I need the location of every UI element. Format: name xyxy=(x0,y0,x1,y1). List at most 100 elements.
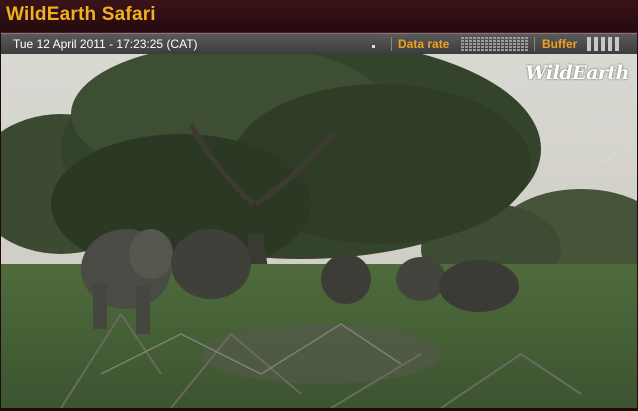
video-frame[interactable]: WildEarth xyxy=(1,54,637,408)
data-rate-cell xyxy=(489,43,492,45)
buffer-meter xyxy=(587,37,619,51)
buffer-segment xyxy=(608,37,612,51)
separator xyxy=(534,37,535,51)
data-rate-cell xyxy=(501,49,504,51)
data-rate-cell xyxy=(501,46,504,48)
data-rate-cell xyxy=(477,37,480,39)
data-rate-cell xyxy=(505,37,508,39)
data-rate-cell xyxy=(469,49,472,51)
data-rate-cell xyxy=(513,49,516,51)
data-rate-cell xyxy=(485,37,488,39)
data-rate-cell xyxy=(493,43,496,45)
data-rate-cell xyxy=(521,43,524,45)
safari-scene-image xyxy=(1,54,637,408)
data-rate-cell xyxy=(489,40,492,42)
data-rate-cell xyxy=(513,37,516,39)
wildearth-watermark-logo: WildEarth xyxy=(525,62,629,84)
page-title: WildEarth Safari xyxy=(6,4,156,25)
data-rate-cell xyxy=(521,46,524,48)
data-rate-cell xyxy=(513,43,516,45)
data-rate-cell xyxy=(473,46,476,48)
timestamp: Tue 12 April 2011 - 17:23:25 (CAT) xyxy=(13,37,198,51)
buffer-segment xyxy=(594,37,598,51)
data-rate-cell xyxy=(497,37,500,39)
data-rate-cell xyxy=(517,40,520,42)
data-rate-cell xyxy=(469,37,472,39)
data-rate-cell xyxy=(509,37,512,39)
data-rate-cell xyxy=(497,40,500,42)
data-rate-cell xyxy=(469,43,472,45)
data-rate-cell xyxy=(465,49,468,51)
data-rate-cell xyxy=(485,43,488,45)
data-rate-cell xyxy=(517,43,520,45)
data-rate-cell xyxy=(473,49,476,51)
data-rate-cell xyxy=(525,49,528,51)
data-rate-cell xyxy=(493,40,496,42)
data-rate-label: Data rate xyxy=(398,37,450,51)
data-rate-cell xyxy=(505,49,508,51)
data-rate-cell xyxy=(505,43,508,45)
data-rate-cell xyxy=(477,49,480,51)
data-rate-cell xyxy=(497,43,500,45)
data-rate-cell xyxy=(473,37,476,39)
data-rate-cell xyxy=(501,43,504,45)
data-rate-cell xyxy=(525,40,528,42)
data-rate-cell xyxy=(509,46,512,48)
data-rate-cell xyxy=(477,40,480,42)
data-rate-cell xyxy=(497,46,500,48)
data-rate-cell xyxy=(509,40,512,42)
data-rate-cell xyxy=(509,43,512,45)
data-rate-cell xyxy=(485,49,488,51)
buffer-label: Buffer xyxy=(542,37,578,51)
data-rate-cell xyxy=(501,40,504,42)
data-rate-cell xyxy=(473,40,476,42)
data-rate-cell xyxy=(465,40,468,42)
data-rate-cell xyxy=(485,46,488,48)
data-rate-cell xyxy=(473,43,476,45)
data-rate-cell xyxy=(501,37,504,39)
buffer-segment xyxy=(601,37,605,51)
data-rate-cell xyxy=(493,46,496,48)
data-rate-cell xyxy=(525,43,528,45)
data-rate-cell xyxy=(525,46,528,48)
data-rate-cell xyxy=(477,46,480,48)
data-rate-cell xyxy=(489,49,492,51)
data-rate-cell xyxy=(493,49,496,51)
data-rate-cell xyxy=(513,46,516,48)
video-player: WildEarth Safari Tue 12 April 2011 - 17:… xyxy=(0,0,638,411)
buffer-segment xyxy=(587,37,591,51)
data-rate-cell xyxy=(505,46,508,48)
data-rate-cell xyxy=(509,49,512,51)
data-rate-cell xyxy=(521,37,524,39)
data-rate-cell xyxy=(461,37,464,39)
data-rate-cell xyxy=(489,37,492,39)
data-rate-cell xyxy=(481,43,484,45)
status-dot-icon xyxy=(372,45,375,48)
data-rate-cell xyxy=(461,46,464,48)
status-bar: Tue 12 April 2011 - 17:23:25 (CAT) Data … xyxy=(1,33,637,54)
separator xyxy=(391,37,392,51)
data-rate-cell xyxy=(517,37,520,39)
data-rate-cell xyxy=(493,37,496,39)
data-rate-cell xyxy=(525,37,528,39)
data-rate-cell xyxy=(497,49,500,51)
data-rate-cell xyxy=(469,40,472,42)
data-rate-cell xyxy=(461,49,464,51)
data-rate-cell xyxy=(521,49,524,51)
data-rate-cell xyxy=(513,40,516,42)
data-rate-cell xyxy=(477,43,480,45)
data-rate-cell xyxy=(481,37,484,39)
data-rate-cell xyxy=(469,46,472,48)
data-rate-cell xyxy=(517,49,520,51)
data-rate-cell xyxy=(465,43,468,45)
data-rate-cell xyxy=(481,40,484,42)
data-rate-cell xyxy=(505,40,508,42)
data-rate-cell xyxy=(481,46,484,48)
data-rate-cell xyxy=(481,49,484,51)
data-rate-cell xyxy=(465,46,468,48)
data-rate-cell xyxy=(461,43,464,45)
data-rate-cell xyxy=(489,46,492,48)
data-rate-cell xyxy=(521,40,524,42)
title-bar: WildEarth Safari xyxy=(0,0,638,33)
data-rate-cell xyxy=(485,40,488,42)
